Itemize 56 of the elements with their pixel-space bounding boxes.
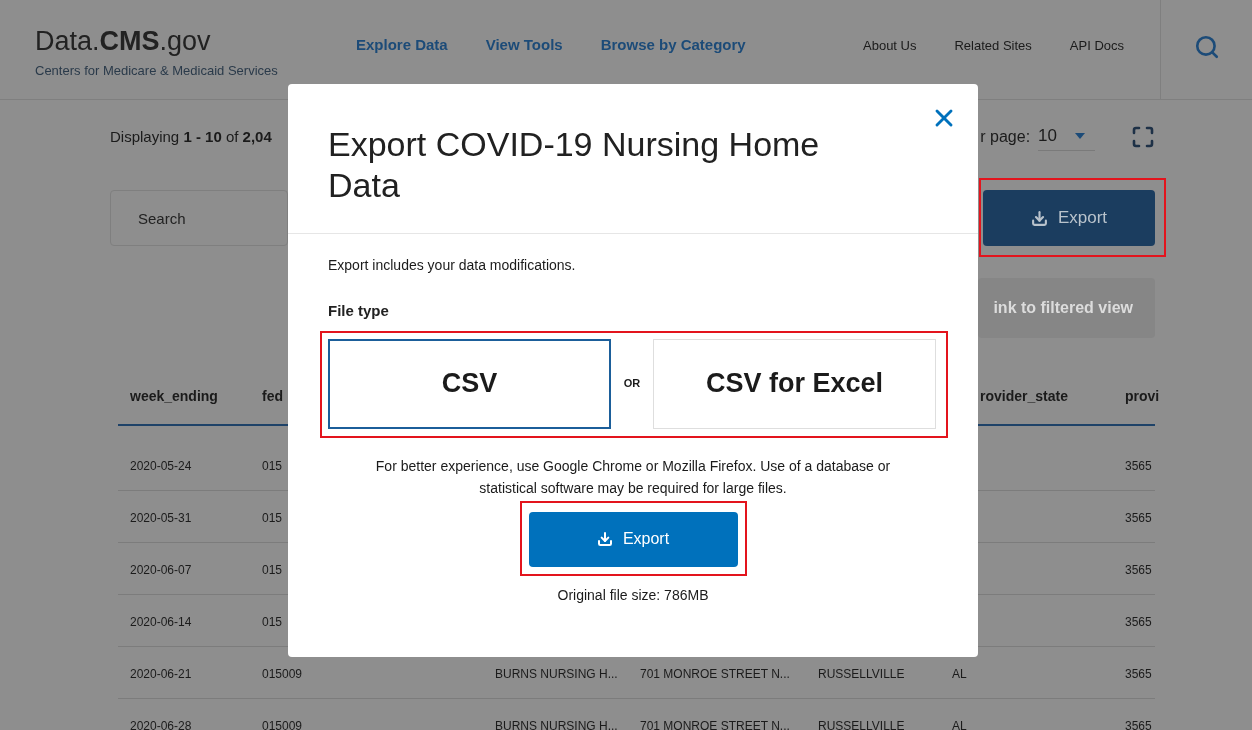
file-type-label: File type xyxy=(328,301,390,321)
nav-link[interactable]: Related Sites xyxy=(954,35,1032,56)
nav-link[interactable]: Browse by Category xyxy=(600,34,746,57)
download-icon xyxy=(1030,209,1048,227)
table-cell: 015 xyxy=(262,614,283,629)
table-cell: 701 MONROE STREET N... xyxy=(640,718,790,730)
results-count: Displaying 1 - 10 of 2,04 xyxy=(110,126,272,147)
nav-link[interactable]: About Us xyxy=(863,35,917,56)
table-cell: 015009 xyxy=(262,718,303,730)
table-cell: 2020-06-28 xyxy=(130,718,192,730)
download-icon xyxy=(596,531,613,547)
search-icon[interactable] xyxy=(1193,33,1220,60)
table-cell: 2020-05-31 xyxy=(130,510,192,525)
table-cell: 2020-06-14 xyxy=(130,614,192,629)
table-cell: 015 xyxy=(262,510,283,525)
table-cell: BURNS NURSING H... xyxy=(495,718,618,730)
table-cell: AL xyxy=(952,666,967,681)
export-button[interactable]: Export xyxy=(983,190,1155,246)
table-cell: 015 xyxy=(262,458,283,473)
site-subtitle: Centers for Medicare & Medicaid Services xyxy=(35,62,279,80)
table-cell: RUSSELLVILLE xyxy=(818,718,905,730)
table-cell: 2020-05-24 xyxy=(130,458,192,473)
nav-link[interactable]: View Tools xyxy=(485,34,563,57)
table-cell: 015 xyxy=(262,562,283,577)
export-note: Export includes your data modifications. xyxy=(328,256,577,275)
table-cell: 3565 xyxy=(1125,718,1152,730)
or-separator: OR xyxy=(622,376,642,392)
column-header[interactable]: provi xyxy=(1125,388,1160,404)
table-cell: BURNS NURSING H... xyxy=(495,666,618,681)
rows-per-page-select[interactable]: 10 xyxy=(1038,122,1095,152)
column-header[interactable]: rovider_state xyxy=(980,388,1068,404)
export-button[interactable]: Export xyxy=(528,511,738,567)
table-cell: 3565 xyxy=(1125,510,1152,525)
table-cell: 015009 xyxy=(262,666,303,681)
table-cell: 2020-06-07 xyxy=(130,562,192,577)
table-cell: RUSSELLVILLE xyxy=(818,666,905,681)
column-header[interactable]: fed xyxy=(262,388,283,404)
file-type-option[interactable]: CSV for Excel xyxy=(653,338,936,429)
dialog-title: Export COVID-19 Nursing Home Data xyxy=(328,124,821,206)
file-size: Original file size: 786MB xyxy=(556,585,710,605)
fullscreen-icon[interactable] xyxy=(1131,125,1155,149)
rows-per-page-label: r page: xyxy=(980,127,1031,147)
table-cell: AL xyxy=(952,718,967,730)
nav-link[interactable]: API Docs xyxy=(1069,35,1124,56)
table-cell: 3565 xyxy=(1125,666,1152,681)
column-header[interactable]: week_ending xyxy=(130,388,218,404)
site-logo[interactable]: Data.CMS.gov xyxy=(35,28,320,55)
table-cell: 2020-06-21 xyxy=(130,666,192,681)
file-type-option[interactable]: CSV xyxy=(328,338,611,429)
table-cell: 3565 xyxy=(1125,614,1152,629)
search-field[interactable]: Search xyxy=(110,190,288,246)
table-cell: 701 MONROE STREET N... xyxy=(640,666,790,681)
browser-advice: For better experience, use Google Chrome or Mozilla Firefox. Use of a database or statistical software may be required for large files. xyxy=(374,456,892,498)
table-cell: 3565 xyxy=(1125,562,1152,577)
nav-link[interactable]: Explore Data xyxy=(356,34,448,57)
table-cell: 3565 xyxy=(1125,458,1152,473)
